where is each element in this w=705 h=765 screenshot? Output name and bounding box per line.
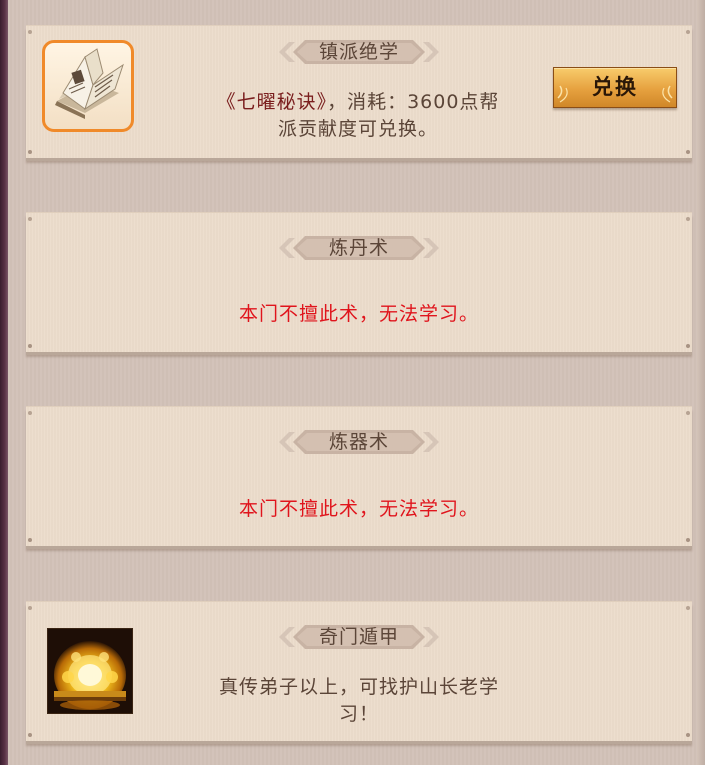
description-line1: ，消耗：3600点帮 [327,91,500,113]
card-title-banner: 奇门遁甲 [275,622,443,652]
skill-list-panel[interactable]: 镇派绝学 《七曜秘诀》，消耗：3600点帮 派贡献度可兑换。 兑换 炼丹术 本门… [8,0,697,765]
card-title: 炼器术 [328,431,389,453]
description-line2: 习！ [338,703,379,725]
card-description: 《七曜秘诀》，消耗：3600点帮 派贡献度可兑换。 [186,89,530,143]
skill-card-forging: 炼器术 本门不擅此术，无法学习。 [26,406,692,546]
card-title: 奇门遁甲 [318,626,399,648]
book-title: 《七曜秘诀》 [216,91,328,113]
open-book-icon[interactable] [42,40,134,132]
card-title: 炼丹术 [328,237,389,259]
card-description: 真传弟子以上，可找护山长老学 习！ [182,674,536,728]
skill-card-alchemy: 炼丹术 本门不擅此术，无法学习。 [26,212,692,352]
exchange-button[interactable]: 兑换 [553,67,677,108]
skill-card-qimen: 奇门遁甲 真传弟子以上，可找护山长老学 习！ [26,601,692,741]
left-window-frame [0,0,8,765]
skill-card-signature: 镇派绝学 《七曜秘诀》，消耗：3600点帮 派贡献度可兑换。 兑换 [26,25,692,158]
description-line1: 真传弟子以上，可找护山长老学 [218,676,499,698]
unavailable-message: 本门不擅此术，无法学习。 [238,303,479,325]
description-line2: 派贡献度可兑换。 [277,118,438,140]
unavailable-message: 本门不擅此术，无法学习。 [238,498,479,520]
card-title: 镇派绝学 [318,41,399,63]
card-title-banner: 炼器术 [275,427,443,457]
card-title-banner: 镇派绝学 [275,37,443,67]
card-title-banner: 炼丹术 [275,233,443,263]
exchange-button-label: 兑换 [592,75,638,99]
golden-sun-icon[interactable] [47,628,133,714]
right-window-frame [697,0,705,765]
